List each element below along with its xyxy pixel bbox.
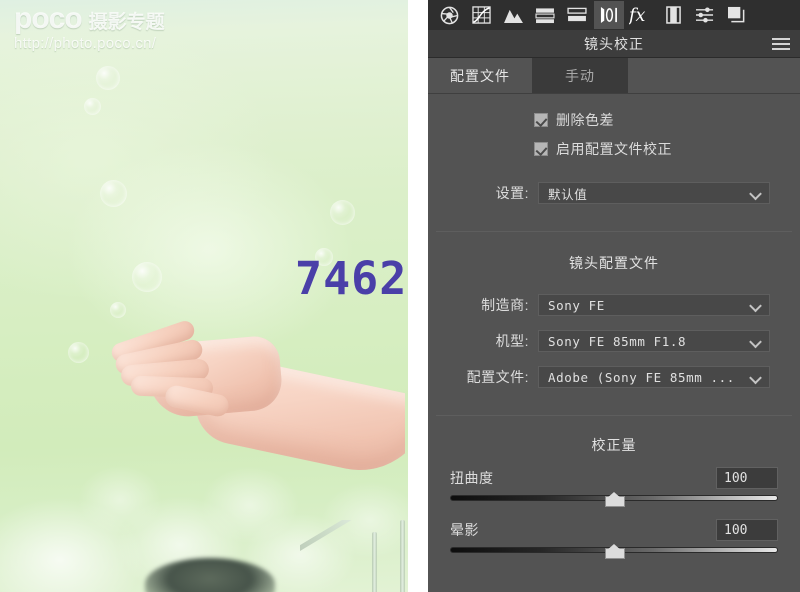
make-select[interactable]: Sony FE	[538, 294, 770, 316]
slider-handle[interactable]	[605, 492, 625, 507]
checkbox-label: 删除色差	[556, 112, 614, 128]
settings-select[interactable]: 默认值	[538, 182, 770, 204]
presets-sliders-icon[interactable]	[690, 1, 720, 29]
overlay-number: 746297	[295, 252, 408, 305]
profile-select[interactable]: Adobe (Sony FE 85mm ...	[538, 366, 770, 388]
chevron-down-icon	[751, 373, 761, 379]
profile-value: Adobe (Sony FE 85mm ...	[548, 369, 735, 385]
hamburger-menu-icon[interactable]	[772, 37, 790, 50]
module-icon-bar: fx	[428, 0, 800, 30]
calibration-icon[interactable]	[658, 1, 688, 29]
chevron-down-icon	[751, 337, 761, 343]
background-dark-shape	[145, 558, 275, 592]
detail-icon[interactable]	[498, 1, 528, 29]
tab-manual[interactable]: 手动	[532, 58, 628, 93]
slider-value-input[interactable]: 100	[716, 519, 778, 541]
bubble	[84, 98, 101, 115]
lightroom-lens-correction-screen: poco 摄影专题 http://photo.poco.cn/ 746297	[0, 0, 800, 592]
effects-fx-icon[interactable]: fx	[626, 1, 656, 29]
basic-aperture-icon[interactable]	[434, 1, 464, 29]
checkbox-icon[interactable]	[534, 142, 548, 156]
model-value: Sony FE 85mm F1.8	[548, 333, 687, 349]
bubble	[96, 66, 120, 90]
model-row: 机型: Sony FE 85mm F1.8	[428, 329, 800, 353]
checkbox-enable-profile-correction[interactable]: 启用配置文件校正	[534, 139, 800, 159]
slider-vignetting: 晕影 100	[428, 517, 800, 559]
model-select[interactable]: Sony FE 85mm F1.8	[538, 330, 770, 352]
slider-distortion: 扭曲度 100	[428, 465, 800, 507]
snapshots-icon[interactable]	[722, 1, 752, 29]
slider-value-input[interactable]: 100	[716, 467, 778, 489]
tab-bar: 配置文件 手动	[428, 58, 800, 94]
bubble	[100, 180, 127, 207]
lens-correction-panel: fx 镜头校正 配置文件 手动 删除色差 启用配置文件校正 设置: 默认值 镜头…	[428, 0, 800, 592]
svg-text:fx: fx	[629, 6, 645, 25]
slider-track[interactable]	[450, 492, 778, 507]
photo-pane: poco 摄影专题 http://photo.poco.cn/ 746297	[0, 0, 428, 592]
railing-post	[372, 532, 377, 592]
photo-image[interactable]: poco 摄影专题 http://photo.poco.cn/ 746297	[0, 0, 408, 592]
profile-label: 配置文件:	[466, 369, 529, 385]
bubble	[330, 200, 355, 225]
divider	[436, 231, 792, 232]
make-label: 制造商:	[481, 297, 529, 313]
checkbox-group: 删除色差 启用配置文件校正	[428, 94, 800, 159]
watermark-brand: poco	[14, 2, 83, 35]
page-title: 镜头校正	[584, 35, 644, 52]
correction-amount-section-title: 校正量	[591, 437, 637, 453]
poco-watermark: poco 摄影专题 http://photo.poco.cn/	[14, 4, 204, 53]
tab-bar-filler	[628, 58, 800, 93]
metal-railing	[300, 520, 408, 592]
checkbox-icon[interactable]	[534, 113, 548, 127]
checkbox-label: 启用配置文件校正	[556, 141, 672, 157]
panel-header: 镜头校正	[428, 30, 800, 58]
divider	[436, 415, 792, 416]
watermark-url: http://photo.poco.cn/	[14, 35, 157, 52]
hand-and-arm	[105, 316, 405, 526]
split-toning-icon[interactable]	[562, 1, 592, 29]
bubble	[68, 342, 89, 363]
make-value: Sony FE	[548, 297, 605, 313]
settings-value: 默认值	[548, 186, 588, 202]
railing-post	[400, 520, 405, 592]
slider-track[interactable]	[450, 544, 778, 559]
settings-row: 设置: 默认值	[428, 181, 800, 205]
model-label: 机型:	[495, 333, 529, 349]
railing-bar	[300, 520, 408, 553]
chevron-down-icon	[751, 189, 761, 195]
lens-profile-section-title: 镜头配置文件	[569, 255, 659, 271]
watermark-brand-cn: 摄影专题	[88, 12, 165, 33]
checkbox-remove-chromatic-aberration[interactable]: 删除色差	[534, 110, 800, 130]
tab-profile[interactable]: 配置文件	[428, 58, 532, 93]
tone-curve-icon[interactable]	[466, 1, 496, 29]
settings-label: 设置:	[495, 185, 529, 201]
hsl-color-icon[interactable]	[530, 1, 560, 29]
slider-label: 扭曲度	[450, 470, 494, 486]
chevron-down-icon	[751, 301, 761, 307]
slider-label: 晕影	[450, 522, 479, 538]
slider-handle[interactable]	[605, 544, 625, 559]
make-row: 制造商: Sony FE	[428, 293, 800, 317]
lens-correction-icon[interactable]	[594, 1, 624, 29]
bubble	[132, 262, 162, 292]
profile-row: 配置文件: Adobe (Sony FE 85mm ...	[428, 365, 800, 389]
